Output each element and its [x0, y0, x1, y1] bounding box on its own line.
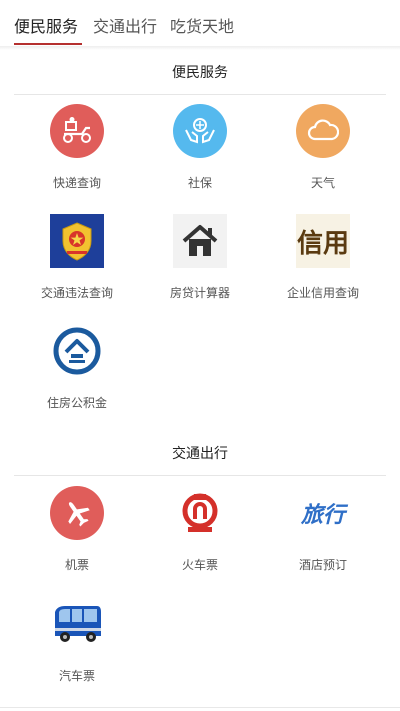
service-traffic-violation[interactable]: 交通违法查询 [10, 214, 144, 314]
service-weather[interactable]: 天气 [256, 104, 390, 204]
service-label: 快递查询 [52, 176, 101, 190]
service-label: 酒店预订 [298, 558, 347, 572]
section-divider [14, 94, 386, 95]
service-social-security[interactable]: 社保 [133, 104, 267, 204]
tab-convenience-services[interactable]: 便民服务 [14, 13, 78, 37]
service-label: 住房公积金 [46, 396, 107, 410]
service-hotel-booking[interactable]: 旅行 酒店预订 [256, 486, 390, 586]
bus-icon [50, 597, 104, 651]
tab-food[interactable]: 吃货天地 [170, 13, 234, 37]
housing-fund-logo-icon [50, 324, 104, 378]
airplane-icon [50, 486, 104, 540]
service-label: 机票 [64, 558, 89, 572]
service-enterprise-credit[interactable]: 信用 企业信用查询 [256, 214, 390, 314]
bottom-divider [0, 707, 400, 708]
credit-text-icon: 信用 [296, 214, 350, 268]
travel-icon-text: 旅行 [300, 503, 345, 528]
service-label: 企业信用查询 [286, 286, 359, 300]
service-flight-tickets[interactable]: 机票 [10, 486, 144, 586]
active-tab-indicator [14, 43, 82, 45]
social-security-hands-icon [173, 104, 227, 158]
service-train-tickets[interactable]: 火车票 [133, 486, 267, 586]
service-label: 火车票 [181, 558, 218, 572]
service-label: 房贷计算器 [169, 286, 230, 300]
railway-logo-icon [173, 486, 227, 540]
section-divider [14, 475, 386, 476]
section-title-convenience: 便民服务 [172, 65, 228, 81]
service-express-delivery[interactable]: 快递查询 [10, 104, 144, 204]
service-bus-tickets[interactable]: 汽车票 [10, 597, 144, 697]
service-label: 交通违法查询 [40, 286, 113, 300]
cloud-icon [296, 104, 350, 158]
tab-transportation[interactable]: 交通出行 [93, 13, 157, 37]
house-icon [173, 214, 227, 268]
travel-text-icon: 旅行 [296, 486, 350, 540]
tab-bar-shadow [0, 46, 400, 50]
credit-icon-text: 信用 [296, 228, 349, 259]
service-housing-fund[interactable]: 住房公积金 [10, 324, 144, 424]
top-tab-bar: 便民服务 交通出行 吃货天地 [0, 0, 400, 46]
service-mortgage-calculator[interactable]: 房贷计算器 [133, 214, 267, 314]
police-badge-icon [50, 214, 104, 268]
section-title-transportation: 交通出行 [172, 446, 228, 462]
service-label: 社保 [187, 176, 212, 190]
service-label: 汽车票 [58, 669, 95, 683]
service-label: 天气 [310, 176, 335, 190]
delivery-scooter-icon [50, 104, 104, 158]
